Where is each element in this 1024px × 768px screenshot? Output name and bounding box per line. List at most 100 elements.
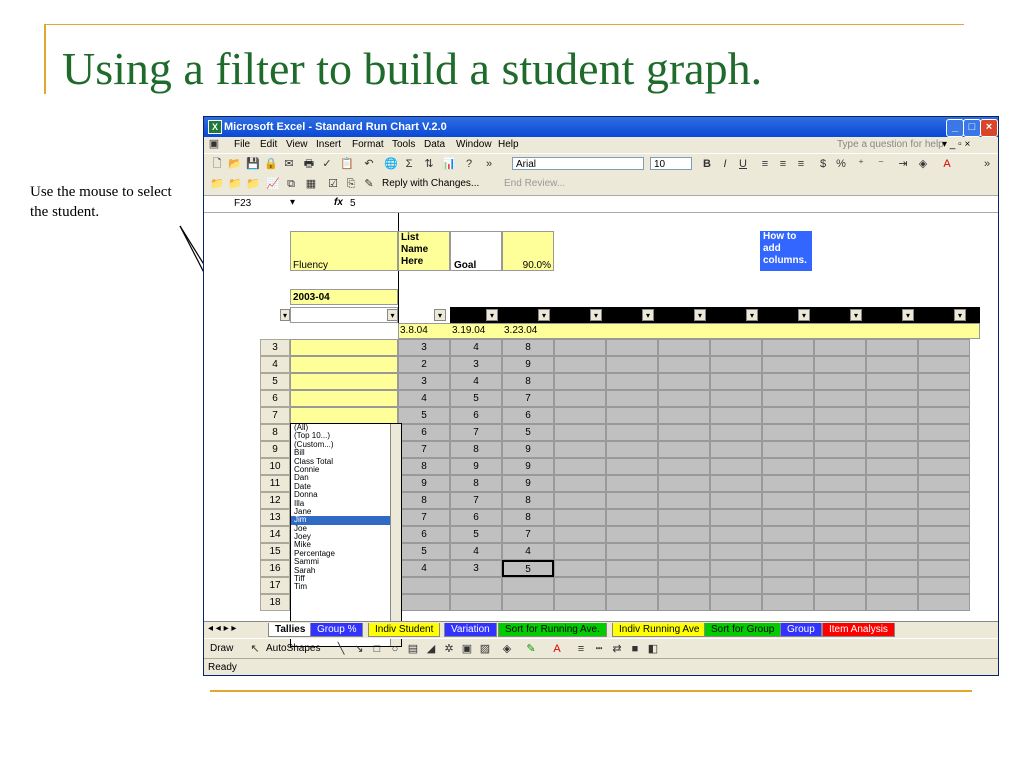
line-style-icon[interactable]: ≡ xyxy=(574,642,588,656)
score-cell[interactable] xyxy=(450,577,502,594)
score-cell[interactable]: 8 xyxy=(398,458,450,475)
empty-score-cell[interactable] xyxy=(606,492,658,509)
sheet-tab[interactable]: Group % xyxy=(310,623,364,637)
score-cell[interactable]: 8 xyxy=(450,441,502,458)
autosum-icon[interactable]: Σ xyxy=(402,157,416,171)
close-button[interactable]: × xyxy=(980,119,998,137)
empty-score-cell[interactable] xyxy=(814,526,866,543)
permission-icon[interactable]: 🔒 xyxy=(264,157,278,171)
empty-score-cell[interactable] xyxy=(918,407,970,424)
help-search-input[interactable]: Type a question for help xyxy=(837,139,944,150)
row-header[interactable]: 12 xyxy=(260,492,290,509)
empty-score-cell[interactable] xyxy=(918,509,970,526)
fill-color-icon[interactable]: ◈ xyxy=(916,157,930,171)
empty-score-cell[interactable] xyxy=(606,390,658,407)
empty-score-cell[interactable] xyxy=(606,543,658,560)
empty-score-cell[interactable] xyxy=(762,390,814,407)
student-name-cell[interactable] xyxy=(290,407,398,424)
reply-with-changes-button[interactable]: Reply with Changes... xyxy=(382,178,479,189)
oval-icon[interactable]: ○ xyxy=(388,642,402,656)
empty-score-cell[interactable] xyxy=(762,560,814,577)
formula-input[interactable]: 5 xyxy=(350,198,356,209)
score-cell[interactable]: 6 xyxy=(398,424,450,441)
score-cell[interactable]: 2 xyxy=(398,356,450,373)
empty-score-cell[interactable] xyxy=(658,424,710,441)
column-filter-dropdown-icon[interactable]: ▾ xyxy=(590,309,602,321)
empty-score-cell[interactable] xyxy=(918,339,970,356)
3d-icon[interactable]: ◧ xyxy=(646,642,660,656)
menu-window[interactable]: Window xyxy=(456,139,492,150)
name-box-dropdown-icon[interactable]: ▾ xyxy=(290,197,295,208)
tab-scroll-icons[interactable]: ◂ ◂ ▸ ▸ xyxy=(208,623,236,634)
empty-score-cell[interactable] xyxy=(814,458,866,475)
score-cell[interactable] xyxy=(502,577,554,594)
score-cell[interactable]: 9 xyxy=(502,458,554,475)
empty-score-cell[interactable] xyxy=(762,594,814,611)
align-left-icon[interactable]: ≡ xyxy=(758,157,772,171)
empty-score-cell[interactable] xyxy=(866,339,918,356)
menu-edit[interactable]: Edit xyxy=(260,139,277,150)
wordart-icon[interactable]: ◢ xyxy=(424,642,438,656)
empty-score-cell[interactable] xyxy=(658,492,710,509)
empty-score-cell[interactable] xyxy=(762,509,814,526)
empty-score-cell[interactable] xyxy=(866,543,918,560)
sheet-tab[interactable]: Sort for Running Ave. xyxy=(498,623,607,637)
shadow-icon[interactable]: ■ xyxy=(628,642,642,656)
empty-score-cell[interactable] xyxy=(554,577,606,594)
dash-style-icon[interactable]: ┅ xyxy=(592,642,606,656)
column-filter-dropdown-icon[interactable]: ▾ xyxy=(538,309,550,321)
empty-score-cell[interactable] xyxy=(814,594,866,611)
empty-score-cell[interactable] xyxy=(814,560,866,577)
empty-score-cell[interactable] xyxy=(918,441,970,458)
empty-score-cell[interactable] xyxy=(658,594,710,611)
empty-score-cell[interactable] xyxy=(918,492,970,509)
sheet-tab[interactable]: Variation xyxy=(444,623,497,637)
empty-score-cell[interactable] xyxy=(762,373,814,390)
empty-score-cell[interactable] xyxy=(866,526,918,543)
empty-score-cell[interactable] xyxy=(606,475,658,492)
empty-score-cell[interactable] xyxy=(918,560,970,577)
empty-score-cell[interactable] xyxy=(710,441,762,458)
sheet-tab[interactable]: Sort for Group xyxy=(704,623,782,637)
empty-score-cell[interactable] xyxy=(710,458,762,475)
score-cell[interactable]: 8 xyxy=(502,373,554,390)
empty-score-cell[interactable] xyxy=(606,594,658,611)
sheet-tab[interactable]: Indiv Running Ave xyxy=(612,623,707,637)
diagram-icon[interactable]: ✲ xyxy=(442,642,456,656)
filter-option[interactable]: Tim xyxy=(291,583,401,592)
empty-score-cell[interactable] xyxy=(918,475,970,492)
menu-insert[interactable]: Insert xyxy=(316,139,341,150)
filter-option[interactable]: Donna xyxy=(291,490,401,499)
menu-file[interactable]: File xyxy=(234,139,250,150)
empty-score-cell[interactable] xyxy=(762,424,814,441)
empty-score-cell[interactable] xyxy=(710,475,762,492)
column-filter-dropdown-icon[interactable]: ▾ xyxy=(954,309,966,321)
empty-score-cell[interactable] xyxy=(606,339,658,356)
score-cell[interactable]: 5 xyxy=(502,424,554,441)
empty-score-cell[interactable] xyxy=(658,339,710,356)
score-cell[interactable] xyxy=(502,594,554,611)
empty-score-cell[interactable] xyxy=(866,373,918,390)
filter-list-scrollbar[interactable] xyxy=(390,424,401,646)
empty-score-cell[interactable] xyxy=(710,509,762,526)
empty-score-cell[interactable] xyxy=(814,441,866,458)
how-to-add-columns-button[interactable]: How to add columns. xyxy=(760,231,812,271)
fill-color-icon-draw[interactable]: ◈ xyxy=(500,642,514,656)
score-cell[interactable]: 3 xyxy=(398,339,450,356)
maximize-button[interactable]: □ xyxy=(963,119,981,137)
row-header[interactable]: 7 xyxy=(260,407,290,424)
empty-score-cell[interactable] xyxy=(710,543,762,560)
chart-icon[interactable]: 📈 xyxy=(266,177,280,191)
empty-score-cell[interactable] xyxy=(762,441,814,458)
filter-option[interactable]: Sarah xyxy=(291,566,401,575)
italic-icon[interactable]: I xyxy=(718,157,732,171)
empty-score-cell[interactable] xyxy=(658,458,710,475)
empty-score-cell[interactable] xyxy=(606,407,658,424)
filter-option[interactable]: Tiff xyxy=(291,574,401,583)
empty-score-cell[interactable] xyxy=(762,492,814,509)
empty-score-cell[interactable] xyxy=(606,373,658,390)
empty-score-cell[interactable] xyxy=(866,594,918,611)
empty-score-cell[interactable] xyxy=(918,390,970,407)
empty-score-cell[interactable] xyxy=(554,339,606,356)
column-filter-dropdown-icon[interactable]: ▾ xyxy=(434,309,446,321)
